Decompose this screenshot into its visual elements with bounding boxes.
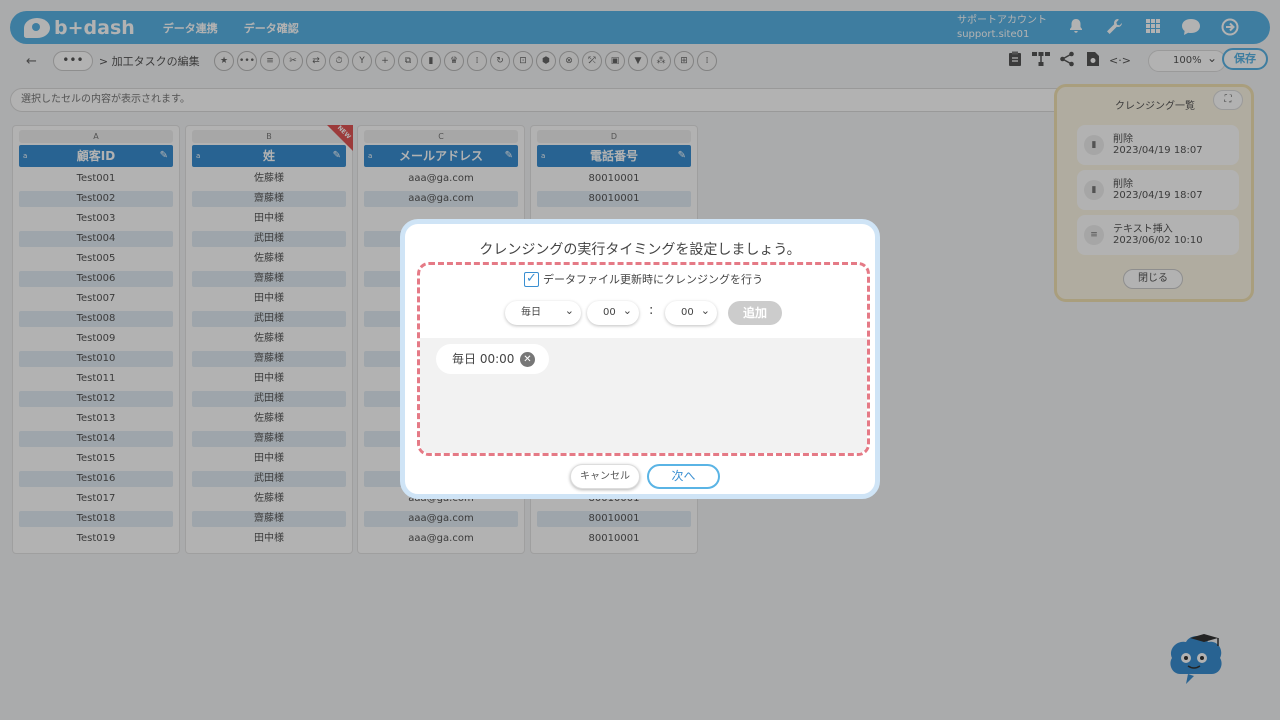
auto-cleanse-checkbox[interactable]: ✓ <box>524 271 539 287</box>
minute-select[interactable]: 00 ⌄ <box>665 301 717 325</box>
minute-value: 00 <box>681 307 694 318</box>
schedule-list: 毎日 00:00 ✕ <box>420 338 867 453</box>
schedule-label: 毎日 00:00 <box>452 352 515 366</box>
chevron-down-icon: ⌄ <box>622 304 632 317</box>
chevron-down-icon: ⌄ <box>700 304 710 317</box>
hour-value: 00 <box>603 307 616 318</box>
add-schedule-button[interactable]: 追加 <box>728 301 782 325</box>
hour-select[interactable]: 00 ⌄ <box>587 301 639 325</box>
frequency-value: 毎日 <box>521 307 541 318</box>
chevron-down-icon: ⌄ <box>564 304 574 317</box>
schedule-dialog: クレンジングの実行タイミングを設定しましょう。 ✓ データファイル更新時にクレンジ… <box>400 219 880 499</box>
dialog-title: クレンジングの実行タイミングを設定しましょう。 <box>479 242 801 258</box>
frequency-select[interactable]: 毎日 ⌄ <box>505 301 581 325</box>
schedule-chip: 毎日 00:00 ✕ <box>436 344 549 374</box>
time-separator: : <box>649 303 654 318</box>
auto-cleanse-option: ✓ データファイル更新時にクレンジングを行う <box>420 271 867 288</box>
checkbox-label[interactable]: データファイル更新時にクレンジングを行う <box>543 273 763 286</box>
remove-schedule-icon[interactable]: ✕ <box>520 352 535 367</box>
next-button[interactable]: 次へ <box>647 464 720 489</box>
schedule-settings-area: ✓ データファイル更新時にクレンジングを行う 毎日 ⌄ 00 ⌄ : 00 ⌄ 追加 毎… <box>417 262 870 456</box>
cancel-button[interactable]: キャンセル <box>570 464 640 489</box>
